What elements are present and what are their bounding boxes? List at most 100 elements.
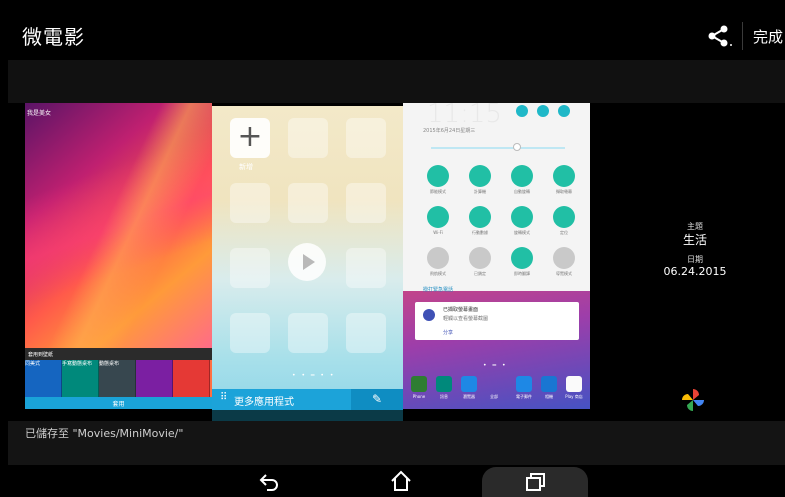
email-icon [516, 376, 532, 392]
more-apps-bar: ⠿ 更多應用程式 ✎ [212, 389, 403, 410]
play-store-icon [566, 376, 582, 392]
all-apps-icon [486, 376, 502, 392]
lock-icon [469, 247, 491, 269]
dock-label: Play 商店 [565, 394, 583, 399]
thumbnail-label: 同美式 [25, 361, 41, 367]
settings-icon [537, 105, 549, 117]
clock: 11:15 [427, 103, 502, 129]
saved-path-text: 已儲存至 "Movies/MiniMovie/" [25, 427, 184, 440]
thumbnail-label: 手寫動態桌布 [62, 361, 93, 367]
qs-label: 行動數據 [472, 230, 488, 235]
date-label: 日期 [687, 255, 703, 264]
dock: Phone 訊息 瀏覽器 全部 電子郵件 相機 Play 商店 [403, 374, 590, 404]
more-apps-label: 更多應用程式 [234, 397, 294, 408]
done-button[interactable]: 完成 [753, 26, 783, 47]
rotation-icon [511, 206, 533, 228]
camera-icon [541, 376, 557, 392]
preview-nav-bar [212, 410, 403, 421]
preview-nav-bar [403, 409, 590, 421]
thumbnail [136, 360, 173, 397]
user-icon [558, 105, 570, 117]
qs-label: 已鎖定 [474, 271, 486, 276]
translate-icon [511, 247, 533, 269]
thumbnail: 手寫動態桌布 [62, 360, 99, 397]
preview-top-text: 我是美女 [27, 110, 52, 117]
dock-label: Phone [412, 394, 426, 399]
power-saver-icon [427, 165, 449, 187]
pencil-icon: ✎ [351, 389, 403, 410]
preview-launcher[interactable]: + 新增 • • ━ • • ⠿ 更多應用程式 ✎ [212, 106, 403, 421]
back-icon [259, 474, 278, 491]
qs-label: 擷取螢幕 [556, 189, 572, 194]
qs-label: 自動旋轉 [514, 189, 530, 194]
play-icon [288, 243, 326, 281]
home-icon [391, 470, 411, 491]
qs-label: 節能模式 [430, 189, 446, 194]
wallpaper-thumbnails: 同美式 手寫動態桌布 動態桌布 [25, 360, 212, 397]
thumbnail: 同美式 [25, 360, 62, 397]
app-bar: 微電影 完成 [0, 10, 785, 60]
toolbar-spacer [8, 60, 785, 103]
placeholder-tile [230, 313, 270, 353]
browser-icon [461, 376, 477, 392]
status-bar: 已儲存至 "Movies/MiniMovie/" [8, 421, 785, 465]
placeholder-tile [288, 313, 328, 353]
thumbnail-label: 動態桌布 [99, 361, 120, 367]
qs-label: 即時翻譯 [514, 271, 530, 276]
page-indicator: • • ━ • • [292, 372, 336, 379]
quick-settings-panel: 11:15 2015年6月24日星期三 節能模式 計算機 自動旋轉 擷取螢幕 W… [403, 103, 590, 291]
home-button[interactable] [386, 468, 416, 494]
preview-quick-settings[interactable]: 11:15 2015年6月24日星期三 節能模式 計算機 自動旋轉 擷取螢幕 W… [403, 103, 590, 421]
brightness-slider [431, 147, 565, 149]
dock-label: 相機 [545, 394, 553, 399]
airplane-icon [427, 247, 449, 269]
wifi-icon [427, 206, 449, 228]
back-button[interactable] [254, 468, 284, 494]
grid-icon: ⠿ [220, 392, 228, 403]
messages-icon [436, 376, 452, 392]
notification-body: 輕觸以查看螢幕截圖 [443, 316, 489, 322]
preview-wallpaper[interactable]: 我是美女 套用到壁紙 同美式 手寫動態桌布 動態桌布 套用 [25, 103, 212, 421]
page-title: 微電影 [22, 25, 85, 49]
notification-title: 已擷取螢幕畫面 [443, 307, 479, 313]
qs-label: 計算機 [474, 189, 486, 194]
date-value: 06.24.2015 [663, 265, 727, 278]
dock-label: 電子郵件 [516, 394, 532, 399]
placeholder-tile [230, 248, 270, 288]
dock-label: 瀏覽器 [463, 394, 475, 399]
qs-label: 旋轉模式 [514, 230, 530, 235]
date: 2015年6月24日星期三 [423, 128, 476, 134]
dock-label: 全部 [490, 394, 498, 399]
placeholder-tile [346, 313, 386, 353]
screenshot-icon [553, 165, 575, 187]
qs-label: 飛航模式 [430, 271, 446, 276]
navigation-icon [553, 247, 575, 269]
recent-apps-icon [526, 473, 545, 491]
location-icon [553, 206, 575, 228]
calculator-icon [469, 165, 491, 187]
wallpaper-image [25, 103, 212, 351]
notification-card: 已擷取螢幕畫面 輕觸以查看螢幕截圖 分享 [415, 302, 579, 340]
preview-toolbar: 套用到壁紙 [25, 348, 212, 360]
add-icon: + [230, 118, 270, 158]
photos-icon [680, 387, 706, 413]
share-icon [708, 25, 732, 47]
notification-action: 分享 [443, 330, 454, 336]
thumbnail: 動態桌布 [99, 360, 136, 397]
emergency-call-link: 撥打緊急電話 [423, 287, 454, 293]
qs-label: 導覽模式 [556, 271, 572, 276]
preview-apply-button: 套用 [25, 397, 212, 409]
placeholder-tile [288, 118, 328, 158]
share-button[interactable] [706, 24, 732, 48]
theme-value: 生活 [682, 233, 707, 247]
add-label: 新增 [239, 163, 253, 171]
phone-icon [411, 376, 427, 392]
qs-label: Wi-Fi [433, 230, 443, 235]
dock-label: 訊息 [440, 394, 448, 399]
screenshot-notification-icon [423, 309, 435, 321]
mobile-data-icon [469, 206, 491, 228]
thumbnail [173, 360, 210, 397]
divider [742, 22, 743, 50]
preview-nav-bar [25, 409, 212, 421]
recent-apps-button[interactable] [482, 467, 588, 497]
